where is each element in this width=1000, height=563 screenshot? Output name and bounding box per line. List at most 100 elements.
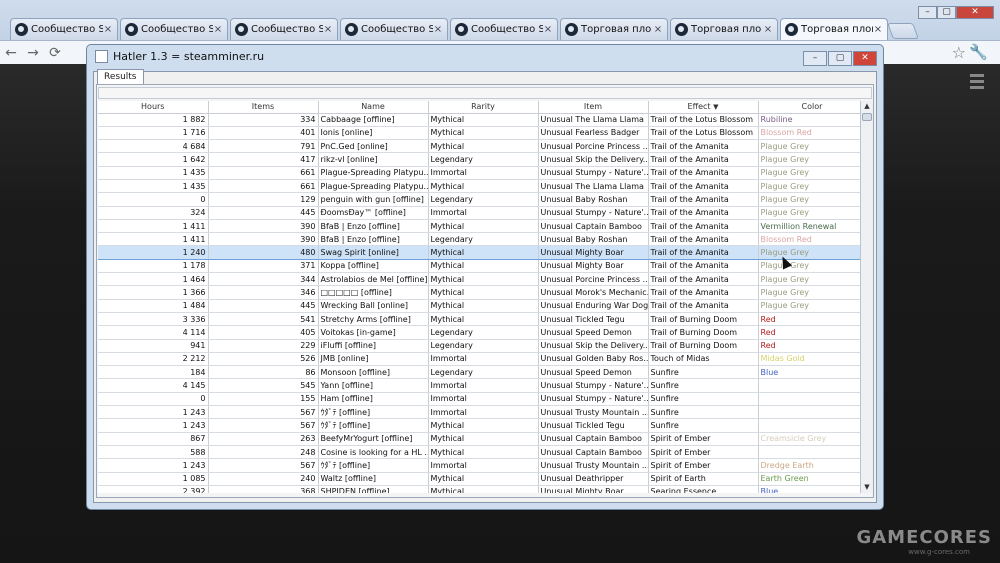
table-row[interactable]: 4 684 791 PnC.Ged [online] Mythical Unusual … xyxy=(98,139,865,154)
cell-name: Ionis [online] xyxy=(318,126,429,141)
tab-close-icon[interactable]: × xyxy=(873,24,883,35)
table-row[interactable]: 1 243 567 ｳﾀﾞﾃ [offline] Immortal Unusual Tr… xyxy=(98,458,865,473)
scroll-up-icon[interactable]: ▲ xyxy=(861,101,873,112)
table-row[interactable]: 0 129 penguin with gun [offline] Legendary U… xyxy=(98,192,865,207)
table-row[interactable]: 0 155 Ham [offline] Immortal Unusual Stumpy … xyxy=(98,392,865,407)
table-row[interactable]: 4 114 405 Voitokas [in-game] Legendary Unusu… xyxy=(98,325,865,340)
cell-items: 344 xyxy=(208,272,319,287)
tab-close-icon[interactable]: × xyxy=(103,24,113,35)
table-row[interactable]: 1 243 567 ｳﾀﾞﾃ [offline] Immortal Unusual Tr… xyxy=(98,405,865,420)
app-window-controls: – ▢ ✕ xyxy=(802,51,877,66)
cell-item: Unusual Enduring War Dog xyxy=(538,299,649,313)
column-header[interactable]: Item xyxy=(538,101,649,114)
cell-color: Dredge Earth xyxy=(758,458,865,473)
table-row[interactable]: 1 484 445 Wrecking Ball [online] Mythical Un… xyxy=(98,299,865,313)
browser-tab[interactable]: Сообщество St × xyxy=(450,18,558,40)
scroll-thumb[interactable] xyxy=(862,113,872,121)
bookmark-star-icon[interactable]: ☆ xyxy=(952,43,966,62)
table-row[interactable]: 1 240 480 Swag Spirit [online] Mythical Unus… xyxy=(98,245,865,260)
cell-effect: Sunfire xyxy=(648,418,759,433)
tab-close-icon[interactable]: × xyxy=(653,24,663,35)
table-row[interactable]: 1 435 661 Plague-Spreading Platypu... Immor… xyxy=(98,166,865,180)
scroll-down-icon[interactable]: ▼ xyxy=(861,482,873,493)
browser-tab[interactable]: Сообщество St × xyxy=(230,18,338,40)
column-header[interactable]: Items xyxy=(208,101,319,114)
browser-tab[interactable]: Торговая пло × xyxy=(670,18,778,40)
table-row[interactable]: 1 464 344 Astrolabios de Mel [offline] Myth… xyxy=(98,272,865,287)
table-row[interactable]: 1 882 334 Cabbaage [offline] Mythical Unusua… xyxy=(98,113,865,127)
cell-rarity: Mythical xyxy=(428,445,539,460)
cell-effect: Trail of the Lotus Blossom xyxy=(648,126,759,141)
cell-item: Unusual Trusty Mountain ... xyxy=(538,458,649,473)
cell-color: Blossom Red xyxy=(758,126,865,141)
tab-close-icon[interactable]: × xyxy=(763,24,773,35)
table-row[interactable]: 1 435 661 Plague-Spreading Platypu... Mythi… xyxy=(98,179,865,194)
cell-item: Unusual Fearless Badger xyxy=(538,126,649,141)
tab-close-icon[interactable]: × xyxy=(213,24,223,35)
cell-name: SHPIDEN [offline] xyxy=(318,485,429,493)
cell-effect: Sunfire xyxy=(648,405,759,420)
cell-item: Unusual Golden Baby Ros... xyxy=(538,352,649,367)
app-minimize-button[interactable]: – xyxy=(803,51,827,66)
table-row[interactable]: 941 229 iFluffi [offline] Legendary Unusual … xyxy=(98,339,865,353)
table-row[interactable]: 1 178 371 Koppa [offline] Mythical Unusual M… xyxy=(98,259,865,274)
browser-tab[interactable]: Торговая пло × xyxy=(560,18,668,40)
cell-name: ｳﾀﾞﾃ [offline] xyxy=(318,405,429,420)
reload-icon[interactable]: ⟳ xyxy=(44,45,66,61)
table-row[interactable]: 1 716 401 Ionis [online] Mythical Unusual Fe… xyxy=(98,126,865,141)
browser-tab[interactable]: Сообщество St × xyxy=(340,18,448,40)
browser-tab[interactable]: Торговая плош × xyxy=(780,18,888,40)
app-close-button[interactable]: ✕ xyxy=(853,51,877,66)
table-row[interactable]: 1 411 390 BfaB | Enzo [offline] Mythical Unu… xyxy=(98,219,865,234)
new-tab-button[interactable] xyxy=(887,23,919,39)
tab-close-icon[interactable]: × xyxy=(323,24,333,35)
table-row[interactable]: 1 243 567 ｳﾀﾞﾃ [offline] Mythical Unusual Ti… xyxy=(98,418,865,433)
table-row[interactable]: 2 392 368 SHPIDEN [offline] Mythical Unusual… xyxy=(98,485,865,493)
cell-name: Stretchy Arms [offline] xyxy=(318,312,429,327)
tab-close-icon[interactable]: × xyxy=(433,24,443,35)
cell-name: BfaB | Enzo [offline] xyxy=(318,219,429,234)
cell-effect: Spirit of Ember xyxy=(648,458,759,473)
cell-effect: Spirit of Ember xyxy=(648,432,759,446)
cell-rarity: Mythical xyxy=(428,272,539,287)
browser-tab[interactable]: Сообщество St × xyxy=(120,18,228,40)
tab-close-icon[interactable]: × xyxy=(543,24,553,35)
browser-tab[interactable]: Сообщество St × xyxy=(10,18,118,40)
cell-rarity: Mythical xyxy=(428,259,539,274)
wrench-menu-icon[interactable]: 🔧 xyxy=(969,43,988,61)
cell-item: Unusual Tickled Tegu xyxy=(538,418,649,433)
column-header[interactable]: Color xyxy=(758,101,865,114)
back-arrow-icon[interactable]: ← xyxy=(0,45,22,61)
column-header[interactable]: Name xyxy=(318,101,429,114)
tab-results[interactable]: Results xyxy=(97,69,144,85)
cell-effect: Spirit of Ember xyxy=(648,445,759,460)
cell-hours: 1 366 xyxy=(98,285,209,300)
table-row[interactable]: 2 212 526 JMB [online] Immortal Unusual Gold… xyxy=(98,352,865,367)
table-row[interactable]: 867 263 BeefyMrYogurt [offline] Mythical Unu… xyxy=(98,432,865,446)
table-row[interactable]: 3 336 541 Stretchy Arms [offline] Mythical U… xyxy=(98,312,865,327)
close-window-button[interactable]: ✕ xyxy=(956,6,994,19)
steam-favicon-icon xyxy=(345,23,358,36)
table-row[interactable]: 1 411 390 BfaB | Enzo [offline] Legendary Un… xyxy=(98,232,865,247)
table-row[interactable]: 588 248 Cosine is looking for a HL ... Myth… xyxy=(98,445,865,460)
vertical-scrollbar[interactable]: ▲ ▼ xyxy=(860,101,873,493)
filter-bar xyxy=(98,87,872,99)
table-row[interactable]: 184 86 Monsoon [offline] Legendary Unusual S… xyxy=(98,365,865,380)
table-row[interactable]: 1 085 240 Waltz [offline] Mythical Unusual D… xyxy=(98,472,865,486)
table-row[interactable]: 1 366 346 □□□□□ [offline] Mythical Unusual M… xyxy=(98,285,865,300)
column-header[interactable]: Hours xyxy=(98,101,209,114)
cell-items: 129 xyxy=(208,192,319,207)
table-row[interactable]: 4 145 545 Yann [offline] Immortal Unusual St… xyxy=(98,378,865,393)
column-header[interactable]: Rarity xyxy=(428,101,539,114)
table-row[interactable]: 324 445 ĐoomsĐay™ [offline] Immortal Unusual… xyxy=(98,206,865,220)
maximize-button[interactable]: ▢ xyxy=(937,6,956,19)
hamburger-menu-icon[interactable] xyxy=(970,74,984,92)
cell-name: Monsoon [offline] xyxy=(318,365,429,380)
table-row[interactable]: 1 642 417 rikz-vl [online] Legendary Unusual… xyxy=(98,152,865,167)
forward-arrow-icon[interactable]: → xyxy=(22,45,44,61)
app-maximize-button[interactable]: ▢ xyxy=(828,51,852,66)
cell-effect: Trail of the Amanita xyxy=(648,299,759,313)
minimize-button[interactable]: – xyxy=(918,6,937,19)
column-header[interactable]: Effect ▼ xyxy=(648,101,759,114)
cell-hours: 1 411 xyxy=(98,232,209,247)
